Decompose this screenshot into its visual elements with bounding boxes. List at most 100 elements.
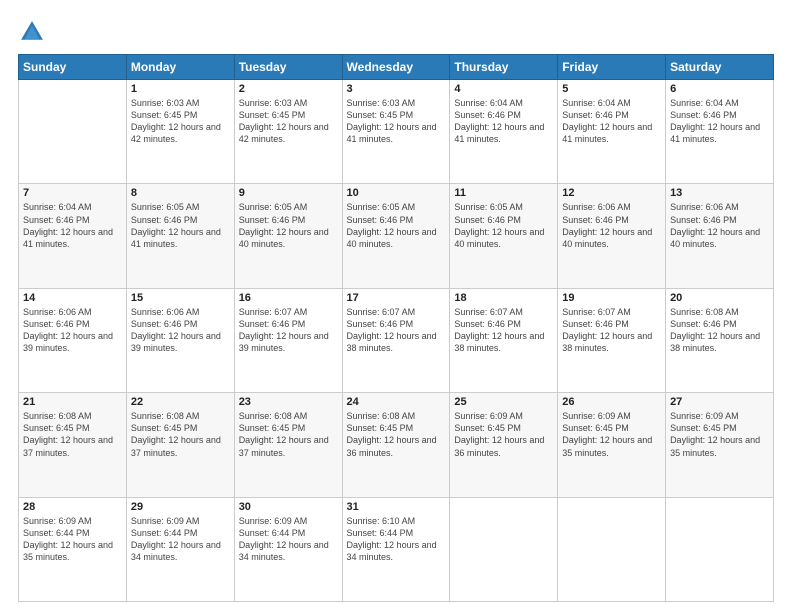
day-info: Sunrise: 6:06 AMSunset: 6:46 PMDaylight:… — [670, 201, 769, 250]
calendar-cell: 8 Sunrise: 6:05 AMSunset: 6:46 PMDaylight… — [126, 184, 234, 288]
calendar-cell: 10Sunrise: 6:05 AMSunset: 6:46 PMDayligh… — [342, 184, 450, 288]
day-number: 20 — [670, 292, 769, 304]
day-info: Sunrise: 6:05 AMSunset: 6:46 PMDaylight:… — [454, 201, 553, 250]
day-info: Sunrise: 6:05 AMSunset: 6:46 PMDaylight:… — [131, 201, 230, 250]
day-number: 9 — [239, 187, 338, 199]
day-number: 4 — [454, 83, 553, 95]
calendar-cell: 2 Sunrise: 6:03 AMSunset: 6:45 PMDaylight… — [234, 80, 342, 184]
day-number: 6 — [670, 83, 769, 95]
calendar-day-header: Tuesday — [234, 55, 342, 80]
calendar-cell: 3 Sunrise: 6:03 AMSunset: 6:45 PMDaylight… — [342, 80, 450, 184]
calendar-day-header: Sunday — [19, 55, 127, 80]
day-info: Sunrise: 6:09 AMSunset: 6:45 PMDaylight:… — [454, 410, 553, 459]
day-number: 30 — [239, 501, 338, 513]
day-number: 18 — [454, 292, 553, 304]
day-number: 16 — [239, 292, 338, 304]
day-number: 17 — [347, 292, 446, 304]
day-number: 12 — [562, 187, 661, 199]
calendar-cell — [450, 497, 558, 601]
day-number: 24 — [347, 396, 446, 408]
day-info: Sunrise: 6:06 AMSunset: 6:46 PMDaylight:… — [23, 306, 122, 355]
day-number: 10 — [347, 187, 446, 199]
day-number: 1 — [131, 83, 230, 95]
day-number: 31 — [347, 501, 446, 513]
day-number: 28 — [23, 501, 122, 513]
day-number: 23 — [239, 396, 338, 408]
day-info: Sunrise: 6:07 AMSunset: 6:46 PMDaylight:… — [239, 306, 338, 355]
calendar-cell: 5 Sunrise: 6:04 AMSunset: 6:46 PMDaylight… — [558, 80, 666, 184]
calendar-cell: 4 Sunrise: 6:04 AMSunset: 6:46 PMDaylight… — [450, 80, 558, 184]
day-number: 3 — [347, 83, 446, 95]
day-info: Sunrise: 6:04 AMSunset: 6:46 PMDaylight:… — [454, 97, 553, 146]
day-number: 8 — [131, 187, 230, 199]
calendar-cell: 23Sunrise: 6:08 AMSunset: 6:45 PMDayligh… — [234, 393, 342, 497]
day-number: 26 — [562, 396, 661, 408]
logo — [18, 18, 50, 46]
page: SundayMondayTuesdayWednesdayThursdayFrid… — [0, 0, 792, 612]
day-info: Sunrise: 6:03 AMSunset: 6:45 PMDaylight:… — [347, 97, 446, 146]
calendar-cell: 30 Sunrise: 6:09 AMSunset: 6:44 PMDayligh… — [234, 497, 342, 601]
calendar-day-header: Saturday — [666, 55, 774, 80]
day-number: 2 — [239, 83, 338, 95]
day-info: Sunrise: 6:09 AMSunset: 6:45 PMDaylight:… — [670, 410, 769, 459]
calendar-cell — [666, 497, 774, 601]
calendar-week-row: 7Sunrise: 6:04 AMSunset: 6:46 PMDaylight… — [19, 184, 774, 288]
day-info: Sunrise: 6:08 AMSunset: 6:45 PMDaylight:… — [347, 410, 446, 459]
calendar-day-header: Wednesday — [342, 55, 450, 80]
day-info: Sunrise: 6:08 AMSunset: 6:45 PMDaylight:… — [131, 410, 230, 459]
day-number: 11 — [454, 187, 553, 199]
calendar-cell: 21 Sunrise: 6:08 AMSunset: 6:45 PMDayligh… — [19, 393, 127, 497]
day-info: Sunrise: 6:07 AMSunset: 6:46 PMDaylight:… — [347, 306, 446, 355]
day-number: 25 — [454, 396, 553, 408]
day-number: 15 — [131, 292, 230, 304]
calendar-table: SundayMondayTuesdayWednesdayThursdayFrid… — [18, 54, 774, 602]
day-number: 29 — [131, 501, 230, 513]
day-info: Sunrise: 6:04 AMSunset: 6:46 PMDaylight:… — [670, 97, 769, 146]
calendar-header-row: SundayMondayTuesdayWednesdayThursdayFrid… — [19, 55, 774, 80]
calendar-cell: 22 Sunrise: 6:08 AMSunset: 6:45 PMDayligh… — [126, 393, 234, 497]
calendar-cell — [558, 497, 666, 601]
calendar-week-row: 21 Sunrise: 6:08 AMSunset: 6:45 PMDayligh… — [19, 393, 774, 497]
day-info: Sunrise: 6:08 AMSunset: 6:46 PMDaylight:… — [670, 306, 769, 355]
logo-icon — [18, 18, 46, 46]
day-info: Sunrise: 6:03 AMSunset: 6:45 PMDaylight:… — [131, 97, 230, 146]
day-number: 5 — [562, 83, 661, 95]
day-info: Sunrise: 6:03 AMSunset: 6:45 PMDaylight:… — [239, 97, 338, 146]
calendar-cell: 16 Sunrise: 6:07 AMSunset: 6:46 PMDayligh… — [234, 288, 342, 392]
calendar-cell: 25 Sunrise: 6:09 AMSunset: 6:45 PMDayligh… — [450, 393, 558, 497]
day-number: 7 — [23, 187, 122, 199]
calendar-cell: 18 Sunrise: 6:07 AMSunset: 6:46 PMDayligh… — [450, 288, 558, 392]
day-info: Sunrise: 6:05 AMSunset: 6:46 PMDaylight:… — [239, 201, 338, 250]
calendar-cell: 28 Sunrise: 6:09 AMSunset: 6:44 PMDayligh… — [19, 497, 127, 601]
day-number: 21 — [23, 396, 122, 408]
calendar-week-row: 28 Sunrise: 6:09 AMSunset: 6:44 PMDayligh… — [19, 497, 774, 601]
calendar-cell: 20 Sunrise: 6:08 AMSunset: 6:46 PMDayligh… — [666, 288, 774, 392]
header — [18, 18, 774, 46]
calendar-cell: 31 Sunrise: 6:10 AMSunset: 6:44 PMDayligh… — [342, 497, 450, 601]
calendar-cell: 7Sunrise: 6:04 AMSunset: 6:46 PMDaylight… — [19, 184, 127, 288]
calendar-cell: 12 Sunrise: 6:06 AMSunset: 6:46 PMDayligh… — [558, 184, 666, 288]
day-number: 13 — [670, 187, 769, 199]
calendar-cell: 24 Sunrise: 6:08 AMSunset: 6:45 PMDayligh… — [342, 393, 450, 497]
calendar-day-header: Friday — [558, 55, 666, 80]
calendar-cell: 13 Sunrise: 6:06 AMSunset: 6:46 PMDayligh… — [666, 184, 774, 288]
calendar-cell: 15 Sunrise: 6:06 AMSunset: 6:46 PMDayligh… — [126, 288, 234, 392]
day-number: 22 — [131, 396, 230, 408]
day-number: 14 — [23, 292, 122, 304]
day-info: Sunrise: 6:08 AMSunset: 6:45 PMDaylight:… — [23, 410, 122, 459]
day-info: Sunrise: 6:07 AMSunset: 6:46 PMDaylight:… — [454, 306, 553, 355]
calendar-cell: 1 Sunrise: 6:03 AMSunset: 6:45 PMDaylight… — [126, 80, 234, 184]
day-info: Sunrise: 6:04 AMSunset: 6:46 PMDaylight:… — [562, 97, 661, 146]
day-info: Sunrise: 6:06 AMSunset: 6:46 PMDaylight:… — [131, 306, 230, 355]
calendar-week-row: 14 Sunrise: 6:06 AMSunset: 6:46 PMDayligh… — [19, 288, 774, 392]
day-info: Sunrise: 6:09 AMSunset: 6:45 PMDaylight:… — [562, 410, 661, 459]
calendar-cell: 19Sunrise: 6:07 AMSunset: 6:46 PMDayligh… — [558, 288, 666, 392]
calendar-day-header: Monday — [126, 55, 234, 80]
day-info: Sunrise: 6:06 AMSunset: 6:46 PMDaylight:… — [562, 201, 661, 250]
calendar-cell: 14 Sunrise: 6:06 AMSunset: 6:46 PMDayligh… — [19, 288, 127, 392]
day-info: Sunrise: 6:09 AMSunset: 6:44 PMDaylight:… — [23, 515, 122, 564]
day-info: Sunrise: 6:10 AMSunset: 6:44 PMDaylight:… — [347, 515, 446, 564]
day-info: Sunrise: 6:09 AMSunset: 6:44 PMDaylight:… — [239, 515, 338, 564]
calendar-cell: 9 Sunrise: 6:05 AMSunset: 6:46 PMDaylight… — [234, 184, 342, 288]
calendar-cell: 6 Sunrise: 6:04 AMSunset: 6:46 PMDaylight… — [666, 80, 774, 184]
